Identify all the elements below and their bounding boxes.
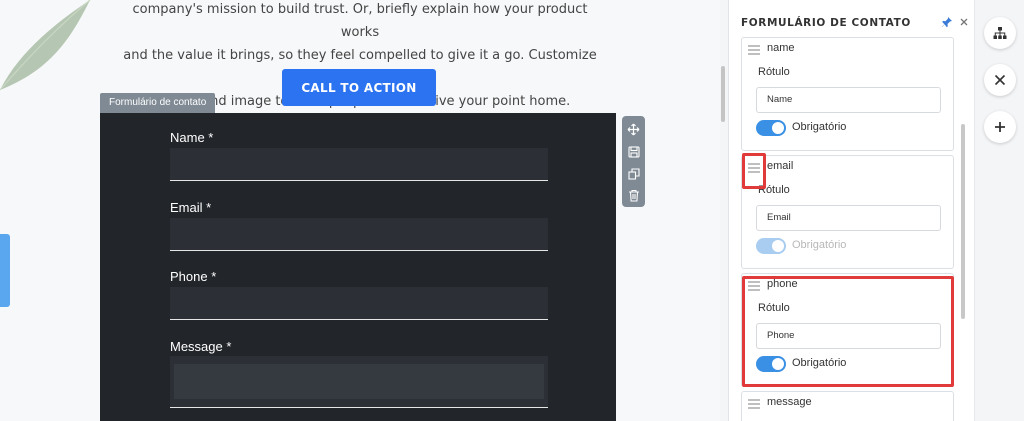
drag-handle-icon[interactable] xyxy=(748,399,760,409)
drag-handle-icon[interactable] xyxy=(748,45,760,55)
label-input[interactable]: Name xyxy=(756,87,941,113)
name-field-label: Name * xyxy=(170,130,214,145)
required-toggle[interactable] xyxy=(756,120,786,136)
required-toggle[interactable] xyxy=(756,238,786,254)
editor-canvas: company's mission to build trust. Or, br… xyxy=(0,0,720,421)
label-input[interactable]: Email xyxy=(756,205,941,231)
field-card-message: message xyxy=(741,391,954,421)
highlight-drag-handle xyxy=(742,153,766,189)
message-textarea[interactable] xyxy=(170,356,548,408)
block-toolbar xyxy=(622,116,645,207)
move-icon[interactable] xyxy=(624,120,643,139)
field-name: email xyxy=(767,160,794,172)
highlight-phone-card xyxy=(742,276,954,387)
field-name: name xyxy=(767,42,795,54)
trash-icon[interactable] xyxy=(624,186,643,205)
save-icon[interactable] xyxy=(624,142,643,161)
phone-input[interactable] xyxy=(170,287,548,320)
close-icon xyxy=(994,74,1006,86)
side-toolbar-handle[interactable] xyxy=(0,234,10,307)
phone-field-label: Phone * xyxy=(170,269,217,284)
panel-scrollbar[interactable] xyxy=(961,124,965,319)
sitemap-button[interactable] xyxy=(984,17,1016,49)
contact-form-settings-panel: FORMULÁRIO DE CONTATO name Rótulo Name O… xyxy=(728,0,974,421)
add-icon xyxy=(995,122,1005,132)
duplicate-icon[interactable] xyxy=(624,164,643,183)
field-card-email: email Rótulo Email Obrigatório xyxy=(741,155,954,269)
label-caption: Rótulo xyxy=(758,66,790,78)
canvas-scrollbar[interactable] xyxy=(721,66,725,122)
leaf-decoration xyxy=(0,0,91,90)
field-name: message xyxy=(767,396,812,408)
call-to-action-button[interactable]: CALL TO ACTION xyxy=(282,69,436,106)
email-field-label: Email * xyxy=(170,200,212,215)
name-input[interactable] xyxy=(170,148,548,181)
required-label: Obrigatório xyxy=(792,239,847,251)
pin-icon[interactable] xyxy=(941,16,953,28)
close-panel-icon[interactable] xyxy=(958,16,970,28)
field-card-name: name Rótulo Name Obrigatório xyxy=(741,37,954,151)
panel-title: FORMULÁRIO DE CONTATO xyxy=(741,17,911,29)
intro-line: company's mission to build trust. Or, br… xyxy=(132,2,588,40)
contact-form-block[interactable]: Name * Email * Phone * Message * xyxy=(100,113,616,421)
required-label: Obrigatório xyxy=(792,121,847,133)
email-input[interactable] xyxy=(170,218,548,251)
right-rail xyxy=(974,0,1024,421)
form-block-tag[interactable]: Formulário de contato xyxy=(100,93,216,113)
close-button[interactable] xyxy=(984,64,1016,96)
message-field-label: Message * xyxy=(170,339,232,354)
add-button[interactable] xyxy=(984,111,1016,143)
sitemap-icon xyxy=(993,27,1007,39)
